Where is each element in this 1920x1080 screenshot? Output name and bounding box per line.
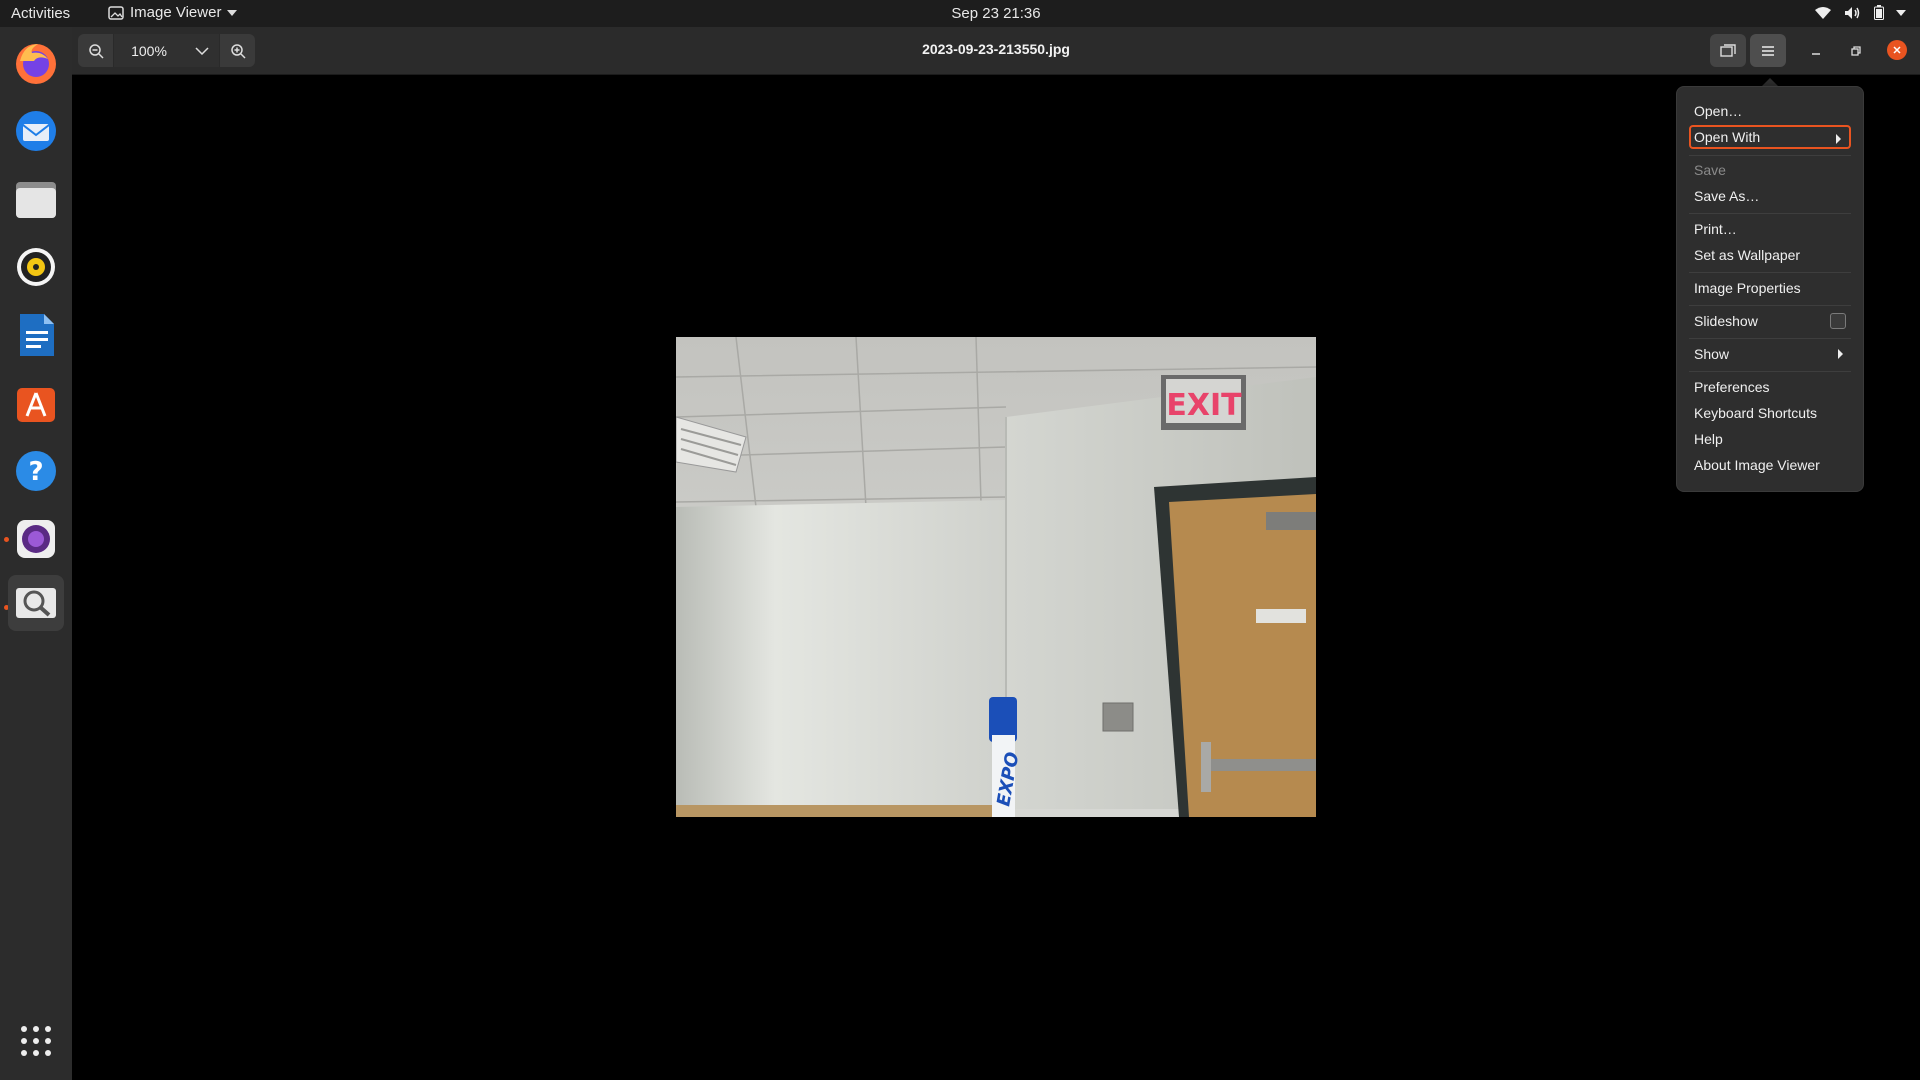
menu-item-set-wallpaper[interactable]: Set as Wallpaper (1689, 243, 1851, 267)
menu-item-label: Set as Wallpaper (1694, 247, 1801, 263)
menu-item-help[interactable]: Help (1689, 427, 1851, 451)
exit-sign-text: EXIT (1166, 388, 1242, 423)
submenu-arrow-icon (1836, 134, 1841, 144)
volume-icon (1845, 6, 1860, 19)
maximize-button[interactable] (1838, 34, 1874, 67)
battery-icon (1874, 5, 1884, 20)
software-icon (17, 388, 55, 422)
hamburger-menu-icon (1762, 45, 1774, 56)
menu-item-save-as[interactable]: Save As… (1689, 184, 1851, 208)
menu-item-label: Show (1694, 346, 1730, 362)
dock-firefox[interactable] (8, 35, 64, 91)
menu-separator (1689, 371, 1851, 372)
dock-rhythmbox[interactable] (8, 239, 64, 295)
dock-help[interactable]: ? (8, 443, 64, 499)
svg-text:?: ? (28, 457, 43, 487)
dock-camera[interactable] (8, 511, 64, 567)
menu-item-open-with[interactable]: Open With (1689, 125, 1851, 149)
dock-software[interactable] (8, 375, 64, 431)
thunderbird-icon (16, 111, 56, 151)
gallery-button[interactable] (1710, 34, 1746, 67)
rhythmbox-icon (17, 248, 55, 286)
menu-item-label: Image Properties (1694, 280, 1801, 296)
system-menu-caret-icon (1896, 9, 1906, 16)
menu-item-label: Preferences (1694, 379, 1770, 395)
menu-item-label: Keyboard Shortcuts (1694, 405, 1817, 421)
app-grid-icon (21, 1026, 51, 1056)
menu-item-label: Slideshow (1694, 313, 1758, 329)
system-tray[interactable] (1814, 5, 1906, 20)
minimize-button[interactable] (1798, 34, 1834, 67)
menu-item-label: Save As… (1694, 188, 1760, 204)
menu-item-show[interactable]: Show (1689, 342, 1851, 366)
dock-writer[interactable] (8, 307, 64, 363)
menu-item-print[interactable]: Print… (1689, 217, 1851, 241)
menu-separator (1689, 213, 1851, 214)
menu-item-label: Open With (1694, 129, 1761, 145)
camera-icon (17, 520, 55, 558)
menu-separator (1689, 272, 1851, 273)
top-bar: Activities Image Viewer Sep 23 21:36 (0, 0, 1920, 27)
gallery-icon (1720, 43, 1736, 57)
menu-item-about[interactable]: About Image Viewer (1689, 453, 1851, 477)
main-menu-popover: Open… Open With Save Save As… Print… Set… (1676, 86, 1864, 492)
dock-app-grid[interactable] (8, 1013, 64, 1069)
slideshow-checkbox[interactable] (1830, 313, 1846, 329)
photo-scene: EXIT EXPO (676, 337, 1316, 817)
menu-item-label: Open… (1694, 103, 1743, 119)
help-icon: ? (16, 451, 56, 491)
image-viewer-icon (16, 588, 56, 618)
menu-separator (1689, 338, 1851, 339)
displayed-image[interactable]: EXIT EXPO (676, 337, 1316, 817)
clock[interactable]: Sep 23 21:36 (0, 5, 1920, 22)
close-icon (1893, 46, 1901, 54)
menu-item-label: Help (1694, 431, 1723, 447)
menu-item-image-properties[interactable]: Image Properties (1689, 276, 1851, 300)
menu-item-save: Save (1689, 158, 1851, 182)
wifi-icon (1815, 6, 1831, 19)
dock-thunderbird[interactable] (8, 103, 64, 159)
restore-icon (1851, 45, 1861, 56)
menu-item-keyboard-shortcuts[interactable]: Keyboard Shortcuts (1689, 401, 1851, 425)
window-title: 2023-09-23-213550.jpg (922, 41, 1070, 57)
dock-files[interactable] (8, 171, 64, 227)
menu-separator (1689, 155, 1851, 156)
writer-icon (20, 314, 54, 356)
submenu-arrow-icon (1838, 349, 1843, 359)
menu-item-label: Print… (1694, 221, 1737, 237)
firefox-icon (16, 44, 56, 84)
menu-item-label: Save (1694, 162, 1726, 178)
menu-separator (1689, 305, 1851, 306)
main-menu-button[interactable] (1750, 34, 1786, 67)
menu-item-label: About Image Viewer (1694, 457, 1820, 473)
close-button[interactable] (1887, 40, 1907, 60)
dock: ? (0, 27, 72, 1080)
files-icon (16, 182, 56, 218)
menu-item-open[interactable]: Open… (1689, 99, 1851, 123)
dock-image-viewer[interactable] (8, 575, 64, 631)
minimize-icon (1812, 52, 1820, 55)
header-bar: 100% 2023-09-23-213550.jpg (72, 27, 1920, 75)
menu-item-preferences[interactable]: Preferences (1689, 375, 1851, 399)
menu-item-slideshow[interactable]: Slideshow (1689, 309, 1851, 333)
